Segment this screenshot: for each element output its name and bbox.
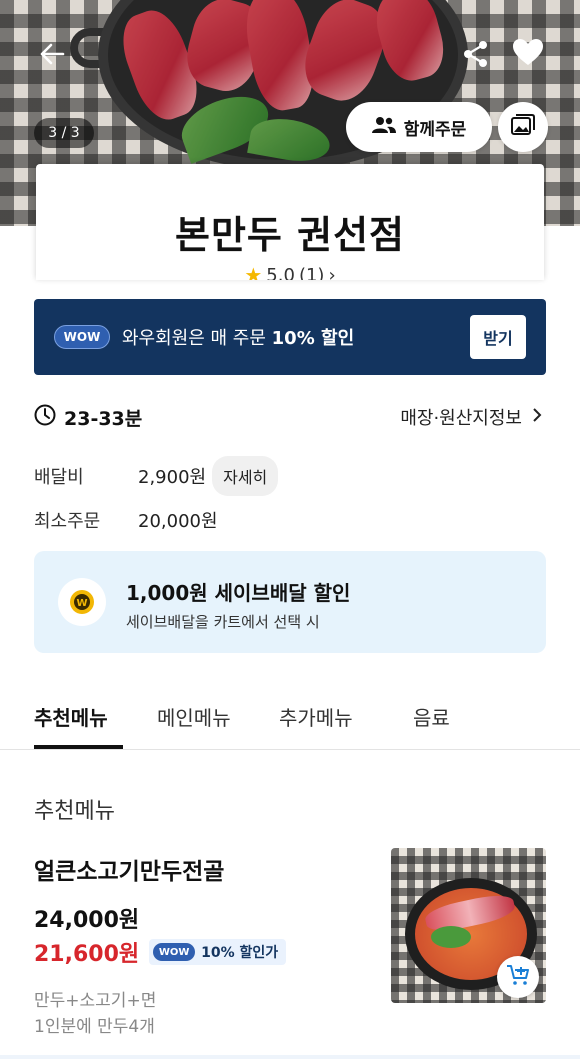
menu-desc-line: 만두+소고기+면: [34, 991, 157, 1011]
store-info-link[interactable]: 매장·원산지정보: [400, 404, 542, 430]
cart-plus-icon: [506, 964, 530, 990]
add-to-cart-button[interactable]: [497, 956, 539, 998]
wow-badge: WOW: [54, 325, 110, 349]
wow-banner-text: 와우회원은 매 주문 10% 할인: [122, 324, 354, 350]
delivery-time: 23-33분: [64, 407, 143, 430]
heart-icon[interactable]: [508, 32, 548, 72]
rating-row[interactable]: ★ 5.0 (1) ›: [36, 263, 544, 280]
save-delivery-banner[interactable]: W 1,000원 세이브배달 할인 세이브배달을 카트에서 선택 시: [34, 551, 546, 653]
group-order-button[interactable]: 함께주문: [346, 102, 492, 152]
save-delivery-subtitle: 세이브배달을 카트에서 선택 시: [126, 613, 320, 631]
wow-text-prefix: 와우회원은 매 주문: [122, 328, 272, 349]
image-page-counter: 3 / 3: [34, 118, 94, 148]
wow-badge-small: WOW: [153, 943, 196, 961]
wow-member-banner[interactable]: WOW 와우회원은 매 주문 10% 할인 받기: [34, 299, 546, 375]
delivery-time-row: 23-33분 매장·원산지정보: [34, 400, 546, 434]
gallery-icon: [511, 114, 535, 140]
bottom-divider: [0, 1055, 580, 1059]
wow-text-bold: 10% 할인: [271, 328, 355, 349]
wow-receive-button[interactable]: 받기: [470, 315, 526, 359]
wow-discount-badge: WOW 10% 할인가: [149, 939, 287, 965]
tab-drinks[interactable]: 음료: [413, 702, 450, 731]
fee-detail-button[interactable]: 자세히: [212, 456, 279, 496]
tab-recommended[interactable]: 추천메뉴: [34, 702, 108, 731]
menu-desc-line: 1인분에 만두4개: [34, 1017, 155, 1037]
vegetable: [431, 926, 471, 948]
svg-text:W: W: [76, 598, 87, 609]
menu-category-tabs: 추천메뉴 메인메뉴 추가메뉴 음료: [0, 688, 580, 750]
chevron-right-icon: [532, 407, 542, 428]
delivery-fee-row: 배달비 2,900원 자세히: [34, 456, 279, 496]
menu-item-sale-price: 21,600원: [34, 942, 140, 967]
people-icon: [371, 116, 396, 139]
active-tab-indicator: [34, 745, 123, 749]
delivery-fee-value: 2,900원: [138, 467, 207, 488]
save-delivery-title: 1,000원 세이브배달 할인: [126, 581, 351, 605]
tab-main-menu[interactable]: 메인메뉴: [157, 702, 231, 731]
menu-item-sale-row: 21,600원 WOW 10% 할인가: [34, 936, 287, 968]
review-count: (1): [298, 264, 325, 281]
tab-extra-menu[interactable]: 추가메뉴: [279, 702, 353, 731]
min-order-label: 최소주문: [34, 511, 101, 532]
section-title: 추천메뉴: [34, 799, 115, 824]
min-order-row: 최소주문 20,000원: [34, 502, 218, 538]
delivery-fee-label: 배달비: [34, 467, 84, 488]
share-icon[interactable]: [456, 34, 496, 74]
star-icon: ★: [244, 263, 263, 280]
rating-value: 5.0: [266, 264, 295, 281]
store-title-card: 본만두 권선점 ★ 5.0 (1) ›: [36, 164, 544, 280]
store-info-label: 매장·원산지정보: [400, 408, 522, 429]
photo-gallery-button[interactable]: [498, 102, 548, 152]
min-order-value: 20,000원: [138, 511, 218, 532]
menu-item-name[interactable]: 얼큰소고기만두전골: [34, 852, 224, 886]
wow-discount-text: 10% 할인가: [201, 945, 279, 961]
save-delivery-icon: W: [58, 578, 106, 626]
store-name: 본만두 권선점: [175, 213, 405, 257]
group-order-label: 함께주문: [403, 119, 467, 140]
menu-item-price: 24,000원: [34, 908, 140, 933]
chevron-right-icon: ›: [328, 264, 336, 281]
menu-item-description: 만두+소고기+면 1인분에 만두4개: [34, 988, 156, 1040]
back-arrow-icon[interactable]: [32, 34, 72, 74]
clock-icon: [34, 404, 56, 430]
